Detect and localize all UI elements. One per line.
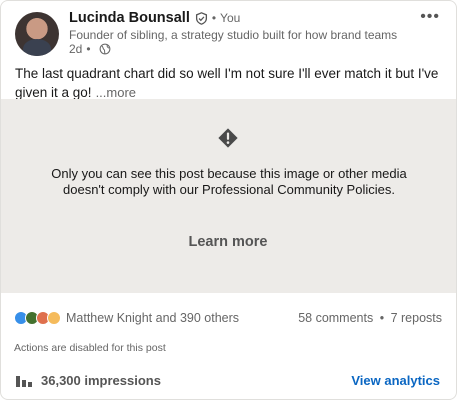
blocked-media-panel: Only you can see this post because this … xyxy=(1,99,456,293)
reposts-count[interactable]: 7 reposts xyxy=(391,311,442,325)
analytics-bar: 36,300 impressions View analytics xyxy=(15,370,440,390)
insight-reaction-icon xyxy=(47,311,61,325)
post-body: The last quadrant chart did so well I'm … xyxy=(15,66,439,100)
bar-chart-icon xyxy=(16,376,32,387)
actions-disabled-note: Actions are disabled for this post xyxy=(14,342,166,354)
post-card: Lucinda Bounsall • You Founder of siblin… xyxy=(0,0,457,400)
blocked-media-message: Only you can see this post because this … xyxy=(51,166,407,197)
author-headline: Founder of sibling, a strategy studio bu… xyxy=(69,28,399,42)
verified-shield-icon xyxy=(195,11,207,25)
relation-label: You xyxy=(220,11,241,25)
reacters-text[interactable]: Matthew Knight and 390 others xyxy=(66,311,239,325)
comments-count[interactable]: 58 comments xyxy=(298,311,373,325)
post-text: The last quadrant chart did so well I'm … xyxy=(15,64,445,102)
author-name-line: Lucinda Bounsall • You xyxy=(69,10,240,26)
see-more-button[interactable]: ...more xyxy=(96,85,136,100)
time-separator: • xyxy=(86,42,91,56)
globe-icon xyxy=(99,43,110,55)
more-options-icon[interactable]: ••• xyxy=(420,8,440,26)
author-name[interactable]: Lucinda Bounsall xyxy=(69,10,190,26)
social-counts: Matthew Knight and 390 others 58 comment… xyxy=(14,309,442,327)
impressions-count: 36,300 impressions xyxy=(41,372,161,388)
learn-more-link[interactable]: Learn more xyxy=(177,234,279,250)
post-time: 2d xyxy=(69,42,83,56)
relation-separator: • xyxy=(211,11,217,25)
reaction-icons[interactable] xyxy=(14,311,61,325)
post-header: Lucinda Bounsall • You Founder of siblin… xyxy=(15,8,446,60)
engagement-counts: 58 comments • 7 reposts xyxy=(298,311,442,325)
warning-icon xyxy=(218,128,238,148)
view-analytics-link[interactable]: View analytics xyxy=(351,373,440,388)
avatar[interactable] xyxy=(15,12,59,56)
post-meta: 2d • xyxy=(69,42,111,56)
counts-separator: • xyxy=(379,311,385,325)
